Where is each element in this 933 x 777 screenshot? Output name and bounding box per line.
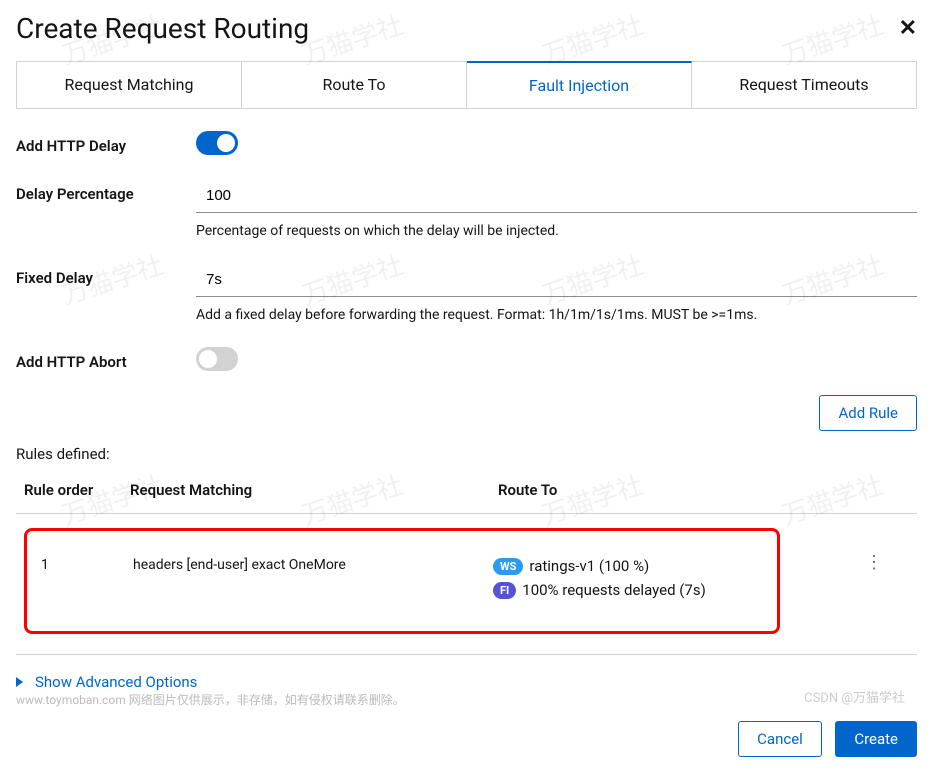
route-ws-text: ratings-v1 (100 %) bbox=[529, 557, 649, 575]
col-request-matching: Request Matching bbox=[130, 481, 498, 499]
cancel-button[interactable]: Cancel bbox=[738, 721, 822, 757]
page-title: Create Request Routing bbox=[16, 12, 309, 45]
col-rule-order: Rule order bbox=[24, 481, 130, 499]
route-fi-text: 100% requests delayed (7s) bbox=[522, 581, 706, 599]
delay-percentage-help: Percentage of requests on which the dela… bbox=[196, 223, 917, 239]
rules-table-header: Rule order Request Matching Route To bbox=[16, 481, 917, 513]
fixed-delay-help: Add a fixed delay before forwarding the … bbox=[196, 307, 917, 323]
tab-request-timeouts[interactable]: Request Timeouts bbox=[692, 62, 917, 108]
add-http-delay-toggle[interactable] bbox=[196, 131, 238, 155]
tab-route-to[interactable]: Route To bbox=[242, 62, 467, 108]
delay-percentage-label: Delay Percentage bbox=[16, 179, 196, 203]
tab-request-matching[interactable]: Request Matching bbox=[17, 62, 242, 108]
fi-badge: FI bbox=[493, 582, 516, 599]
delay-percentage-input[interactable] bbox=[196, 179, 917, 213]
footnote-text: www.toymoban.com 网络图片仅供展示，非存储，如有侵权请联系删除。 bbox=[16, 691, 405, 708]
advanced-options-label: Show Advanced Options bbox=[35, 673, 197, 691]
close-icon[interactable]: ✕ bbox=[899, 16, 917, 41]
csdn-watermark: CSDN @万猫学社 bbox=[804, 687, 905, 706]
caret-right-icon bbox=[16, 677, 23, 687]
rule-match-value: headers [end-user] exact OneMore bbox=[133, 557, 493, 573]
rules-defined-label: Rules defined: bbox=[16, 445, 917, 463]
table-row: 1 headers [end-user] exact OneMore WS ra… bbox=[16, 513, 917, 648]
add-rule-button[interactable]: Add Rule bbox=[819, 395, 917, 431]
create-button[interactable]: Create bbox=[835, 721, 917, 757]
tabs-container: Request Matching Route To Fault Injectio… bbox=[16, 61, 917, 109]
rule-order-value: 1 bbox=[35, 557, 133, 573]
show-advanced-options[interactable]: Show Advanced Options bbox=[16, 655, 917, 721]
add-http-abort-label: Add HTTP Abort bbox=[16, 347, 196, 371]
add-http-delay-label: Add HTTP Delay bbox=[16, 131, 196, 155]
fixed-delay-label: Fixed Delay bbox=[16, 263, 196, 287]
col-route-to: Route To bbox=[498, 481, 867, 499]
tab-fault-injection[interactable]: Fault Injection bbox=[467, 61, 692, 108]
ws-badge: WS bbox=[493, 558, 523, 575]
kebab-menu-icon[interactable]: ⋮ bbox=[849, 552, 899, 573]
add-http-abort-toggle[interactable] bbox=[196, 347, 238, 371]
fixed-delay-input[interactable] bbox=[196, 263, 917, 297]
